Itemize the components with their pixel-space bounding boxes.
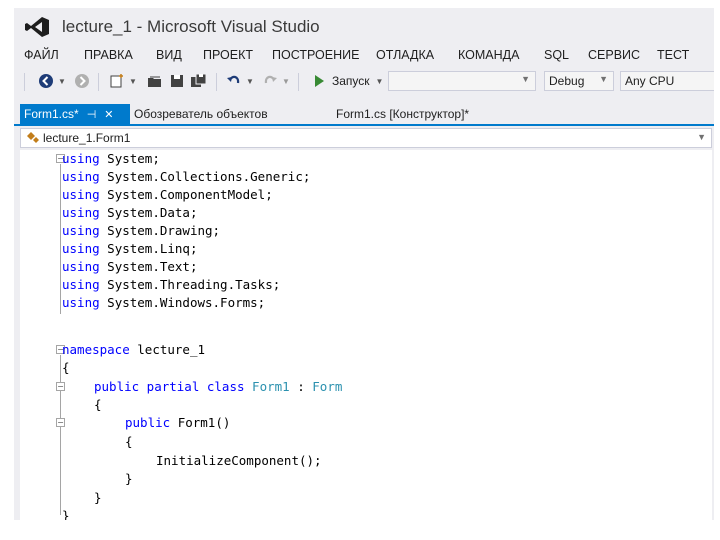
forward-icon [75, 74, 89, 88]
code-line: using System.Linq; [62, 241, 198, 256]
undo-dropdown[interactable]: ▼ [245, 71, 255, 91]
tab-label: Form1.cs* [24, 107, 79, 121]
chevron-down-icon: ▼ [697, 132, 706, 142]
undo-button[interactable] [224, 71, 244, 91]
code-line: } [125, 471, 133, 486]
start-button[interactable]: Запуск ▼ [312, 71, 392, 91]
menu-view[interactable]: ВИД [156, 48, 182, 62]
back-button[interactable] [36, 71, 56, 91]
undo-icon [227, 75, 240, 84]
menu-build[interactable]: ПОСТРОЕНИЕ [272, 48, 359, 62]
menu-tools[interactable]: СЕРВИС [588, 48, 640, 62]
redo-icon [264, 75, 277, 84]
redo-dropdown[interactable]: ▼ [281, 71, 291, 91]
redo-button[interactable] [260, 71, 280, 91]
save-icon [171, 75, 183, 87]
save-button[interactable] [166, 71, 188, 91]
title-bar: lecture_1 - Microsoft Visual Studio [14, 8, 714, 46]
start-label: Запуск [332, 74, 370, 88]
code-line: namespace lecture_1 [62, 342, 205, 357]
code-line: InitializeComponent(); [156, 453, 322, 468]
menu-team[interactable]: КОМАНДА [458, 48, 519, 62]
code-line: using System.Threading.Tasks; [62, 277, 281, 292]
tab-object-browser[interactable]: Обозреватель объектов [134, 104, 268, 124]
pin-icon[interactable]: ⊣ [87, 108, 97, 121]
config-value: Debug [549, 74, 585, 88]
config-combo[interactable]: Debug ▼ [544, 71, 614, 91]
start-icon [315, 75, 324, 87]
chevron-down-icon: ▼ [599, 74, 608, 84]
new-project-dropdown[interactable]: ▼ [128, 71, 138, 91]
chevron-down-icon: ▼ [521, 74, 530, 84]
back-icon [39, 74, 53, 88]
close-icon[interactable]: ✕ [104, 108, 113, 121]
code-line: } [62, 508, 70, 520]
start-dropdown-icon: ▼ [375, 76, 384, 86]
code-line: public partial class Form1 : Form [94, 379, 343, 394]
menu-test[interactable]: ТЕСТ [657, 48, 689, 62]
open-file-icon [148, 76, 161, 87]
class-path: lecture_1.Form1 [43, 131, 131, 145]
code-line: public Form1() [125, 415, 231, 430]
document-tab-row: Form1.cs* ⊣ ✕ Обозреватель объектов Form… [14, 104, 714, 126]
new-project-button[interactable] [106, 71, 128, 91]
code-editor[interactable]: − − − − using System; using System.Colle… [20, 150, 712, 520]
code-line: using System.ComponentModel; [62, 187, 273, 202]
open-file-button[interactable] [144, 71, 166, 91]
visual-studio-logo [25, 17, 49, 37]
code-line: using System.Windows.Forms; [62, 295, 266, 310]
forward-button[interactable] [72, 71, 92, 91]
platform-combo[interactable]: Any CPU [620, 71, 714, 91]
menu-debug[interactable]: ОТЛАДКА [376, 48, 434, 62]
navigation-bar[interactable]: lecture_1.Form1 ▼ [20, 128, 712, 148]
tab-form1-cs[interactable]: Form1.cs* ⊣ ✕ [20, 104, 130, 124]
menu-sql[interactable]: SQL [544, 48, 569, 62]
menu-edit[interactable]: ПРАВКА [84, 48, 133, 62]
menu-project[interactable]: ПРОЕКТ [203, 48, 253, 62]
back-dropdown[interactable]: ▼ [57, 71, 67, 91]
menu-file[interactable]: ФАЙЛ [24, 48, 59, 62]
code-line: using System.Data; [62, 205, 198, 220]
code-line: { [94, 397, 102, 412]
menu-bar: ФАЙЛ ПРАВКА ВИД ПРОЕКТ ПОСТРОЕНИЕ ОТЛАДК… [14, 46, 714, 68]
save-all-button[interactable] [188, 71, 210, 91]
code-line: using System.Collections.Generic; [62, 169, 311, 184]
code-line: { [125, 434, 133, 449]
new-project-icon [110, 74, 123, 88]
code-line: using System.Drawing; [62, 223, 221, 238]
fold-toggle-icon[interactable]: − [56, 382, 65, 391]
platform-value: Any CPU [625, 74, 675, 88]
window-title: lecture_1 - Microsoft Visual Studio [62, 17, 320, 36]
code-line: using System; [62, 151, 160, 166]
standard-toolbar: ▼ ▼ ▼ ▼ Запуск ▼ ▼ Debug ▼ Any CPU [14, 68, 714, 96]
fold-toggle-icon[interactable]: − [56, 418, 65, 427]
start-target-combo[interactable]: ▼ [388, 71, 536, 91]
code-line: { [62, 360, 70, 375]
code-line: using System.Text; [62, 259, 198, 274]
tab-form1-designer[interactable]: Form1.cs [Конструктор]* [336, 104, 469, 124]
class-icon [27, 132, 39, 143]
save-all-icon [191, 73, 207, 87]
vs-window: lecture_1 - Microsoft Visual Studio ФАЙЛ… [14, 8, 714, 520]
code-line: } [94, 490, 102, 505]
